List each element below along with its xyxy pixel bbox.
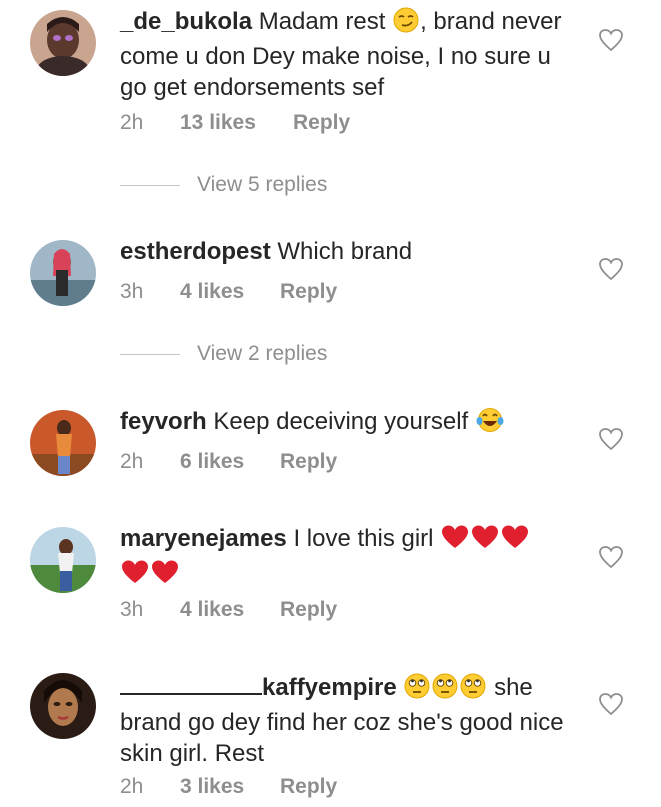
smirking-face-emoji-icon [393, 7, 419, 41]
eye-roll-emoji-icon [460, 673, 486, 707]
eye-roll-emoji-icon [404, 673, 430, 707]
red-heart-emoji-icon [471, 524, 499, 558]
view-replies-label[interactable]: View 5 replies [197, 173, 327, 197]
like-heart-icon[interactable] [598, 427, 624, 451]
avatar[interactable] [30, 527, 96, 593]
reply-button[interactable]: Reply [293, 111, 350, 135]
comment-text: kaffyempire she brand go dey find her co… [120, 672, 575, 769]
comment-text: feyvorh Keep deceiving yourself [120, 406, 575, 441]
comment-text: estherdopest Which brand [120, 236, 575, 267]
tears-of-joy-emoji-icon [476, 407, 504, 441]
comment-username[interactable]: _de_bukola [120, 8, 252, 35]
eye-roll-emoji-icon [432, 673, 458, 707]
avatar[interactable] [30, 410, 96, 476]
reply-button[interactable]: Reply [280, 450, 337, 474]
comment-text-part: Keep deceiving yourself [206, 408, 475, 435]
comment-text-part: Madam rest [252, 8, 393, 35]
comment-time: 2h [120, 775, 144, 798]
comment-text-part: Which brand [270, 238, 413, 265]
comment-likes[interactable]: 6 likes [180, 450, 280, 474]
avatar[interactable] [30, 10, 96, 76]
like-heart-icon[interactable] [598, 257, 624, 281]
avatar[interactable] [30, 240, 96, 306]
comment-meta: 3h 4 likes Reply [120, 598, 337, 622]
view-replies-button[interactable]: View 2 replies [120, 342, 327, 366]
comment-time: 2h [120, 450, 144, 473]
comment-username[interactable]: estherdopest [120, 238, 271, 265]
reply-button[interactable]: Reply [280, 775, 337, 799]
comment-text: _de_bukola Madam rest , brand never come… [120, 6, 575, 103]
comment-meta: 2h 13 likes Reply [120, 111, 350, 135]
comment-username[interactable]: maryenejames [120, 525, 287, 552]
like-heart-icon[interactable] [598, 692, 624, 716]
comment-text-part: I love this girl [286, 525, 441, 552]
comment-likes[interactable]: 3 likes [180, 775, 280, 799]
like-heart-icon[interactable] [598, 28, 624, 52]
like-heart-icon[interactable] [598, 545, 624, 569]
comment-time: 3h [120, 280, 144, 303]
red-heart-emoji-icon [151, 559, 179, 593]
view-replies-button[interactable]: View 5 replies [120, 173, 327, 197]
comment-username[interactable]: feyvorh [120, 408, 207, 435]
reply-button[interactable]: Reply [280, 280, 337, 304]
comment-meta: 2h 3 likes Reply [120, 775, 337, 799]
comment-likes[interactable]: 4 likes [180, 280, 280, 304]
divider [120, 184, 180, 186]
avatar[interactable] [30, 673, 96, 739]
comment-time: 3h [120, 598, 144, 621]
comment-meta: 3h 4 likes Reply [120, 280, 337, 304]
red-heart-emoji-icon [121, 559, 149, 593]
comment-meta: 2h 6 likes Reply [120, 450, 337, 474]
red-heart-emoji-icon [441, 524, 469, 558]
comment-likes[interactable]: 4 likes [180, 598, 280, 622]
comment-username[interactable]: kaffyempire [262, 674, 397, 701]
comment-text: maryenejames I love this girl [120, 523, 575, 593]
comment-likes[interactable]: 13 likes [180, 111, 293, 135]
username-underline [120, 675, 262, 695]
reply-button[interactable]: Reply [280, 598, 337, 622]
divider [120, 353, 180, 355]
comment-time: 2h [120, 111, 144, 134]
red-heart-emoji-icon [501, 524, 529, 558]
view-replies-label[interactable]: View 2 replies [197, 342, 327, 366]
